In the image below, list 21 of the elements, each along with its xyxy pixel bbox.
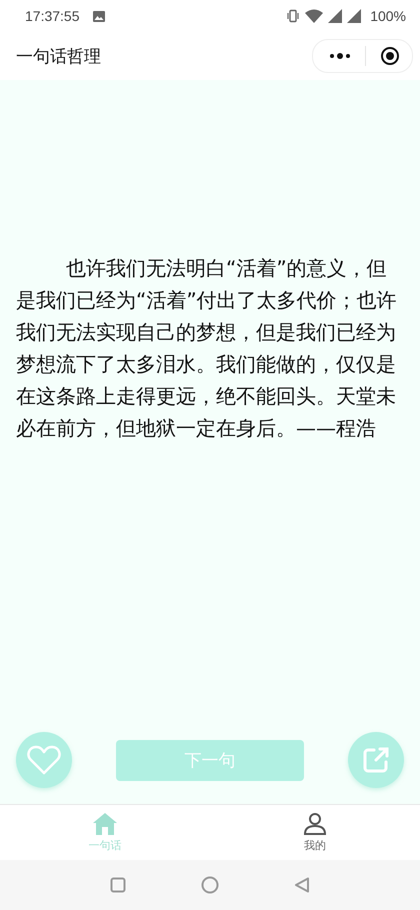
home-icon	[92, 812, 118, 836]
person-icon	[303, 812, 327, 836]
signal-icon	[347, 9, 362, 23]
status-time: 17:37:55	[25, 8, 80, 24]
battery-level: 100%	[370, 8, 406, 24]
recents-icon[interactable]	[110, 877, 126, 893]
heart-icon	[27, 745, 61, 775]
page-title: 一句话哲理	[16, 46, 101, 68]
tab[interactable]: 我的	[210, 805, 420, 860]
tab[interactable]: 一句话	[0, 805, 210, 860]
back-icon[interactable]	[294, 877, 310, 893]
wifi-icon	[305, 9, 324, 23]
close-icon[interactable]	[380, 46, 400, 66]
share-icon	[362, 746, 390, 774]
signal-icon	[328, 9, 342, 23]
vibrate-icon	[286, 9, 300, 23]
more-icon[interactable]	[329, 52, 351, 60]
image-icon	[92, 10, 104, 22]
quote-text: 也许我们无法明白“活着”的意义，但是我们已经为“活着”付出了太多代价；也许我们无法实现自己的梦想，但是我们已经为梦想流下了太多泪水。我们能做的，仅仅是在这条路上走得更远，绝不能回头。天堂未必在前方，但地狱一定在身后。——程浩	[16, 255, 398, 442]
next-button[interactable]: 下一句	[116, 740, 304, 780]
home-button-icon[interactable]	[201, 876, 219, 894]
